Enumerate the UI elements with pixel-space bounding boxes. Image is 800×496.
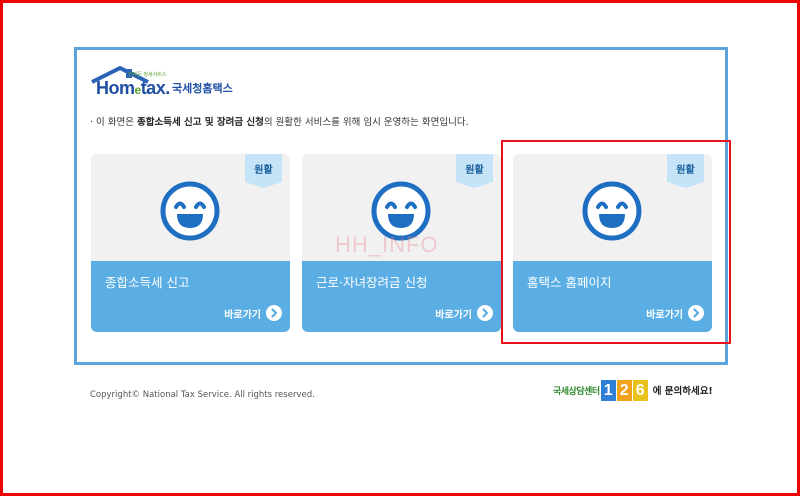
watermark-text: HH_INFO: [335, 232, 439, 257]
status-badge: 원활: [254, 165, 273, 176]
status-badge: 원활: [465, 165, 484, 176]
go-link-button[interactable]: 바로가기: [435, 304, 493, 322]
smiley-icon: [160, 181, 220, 241]
go-link-button[interactable]: 바로가기: [224, 304, 282, 322]
go-link-label: 바로가기: [224, 309, 261, 321]
go-link-label: 바로가기: [435, 309, 472, 321]
phone-digit: 2: [616, 379, 632, 401]
copyright-text: Copyright© National Tax Service. All rig…: [90, 390, 315, 400]
phone-digit: 6: [632, 379, 648, 401]
hometax-logo[interactable]: 언제든 정세서비스 Hometax. 국세청홈택스: [90, 66, 240, 102]
highlight-box: [501, 140, 731, 344]
notice-bold: 종합소득세 신고 및 장려금 신청: [137, 117, 264, 128]
contact-center-label: 국세상담센터: [553, 386, 600, 397]
chevron-right-circle-icon: [477, 305, 493, 321]
service-card-income-tax[interactable]: 원활 종합소득세 신고 바로가기: [91, 154, 290, 332]
chevron-right-circle-icon: [266, 305, 282, 321]
notice-text: · 이 화면은 종합소득세 신고 및 장려금 신청의 원활한 서비스를 위해 임…: [90, 117, 469, 128]
card-title: 종합소득세 신고: [105, 275, 190, 290]
logo-brand-text: Hometax.: [96, 78, 170, 98]
phone-digit: 1: [600, 379, 616, 401]
card-title: 근로·자녀장려금 신청: [316, 275, 428, 290]
logo-korean-name: 국세청홈택스: [172, 82, 233, 95]
contact-suffix: 에 문의하세요!: [652, 386, 713, 397]
contact-center-banner: 국세상담센터 126 에 문의하세요!: [553, 378, 713, 402]
logo-tagline: 언제든 정세서비스: [128, 72, 167, 78]
